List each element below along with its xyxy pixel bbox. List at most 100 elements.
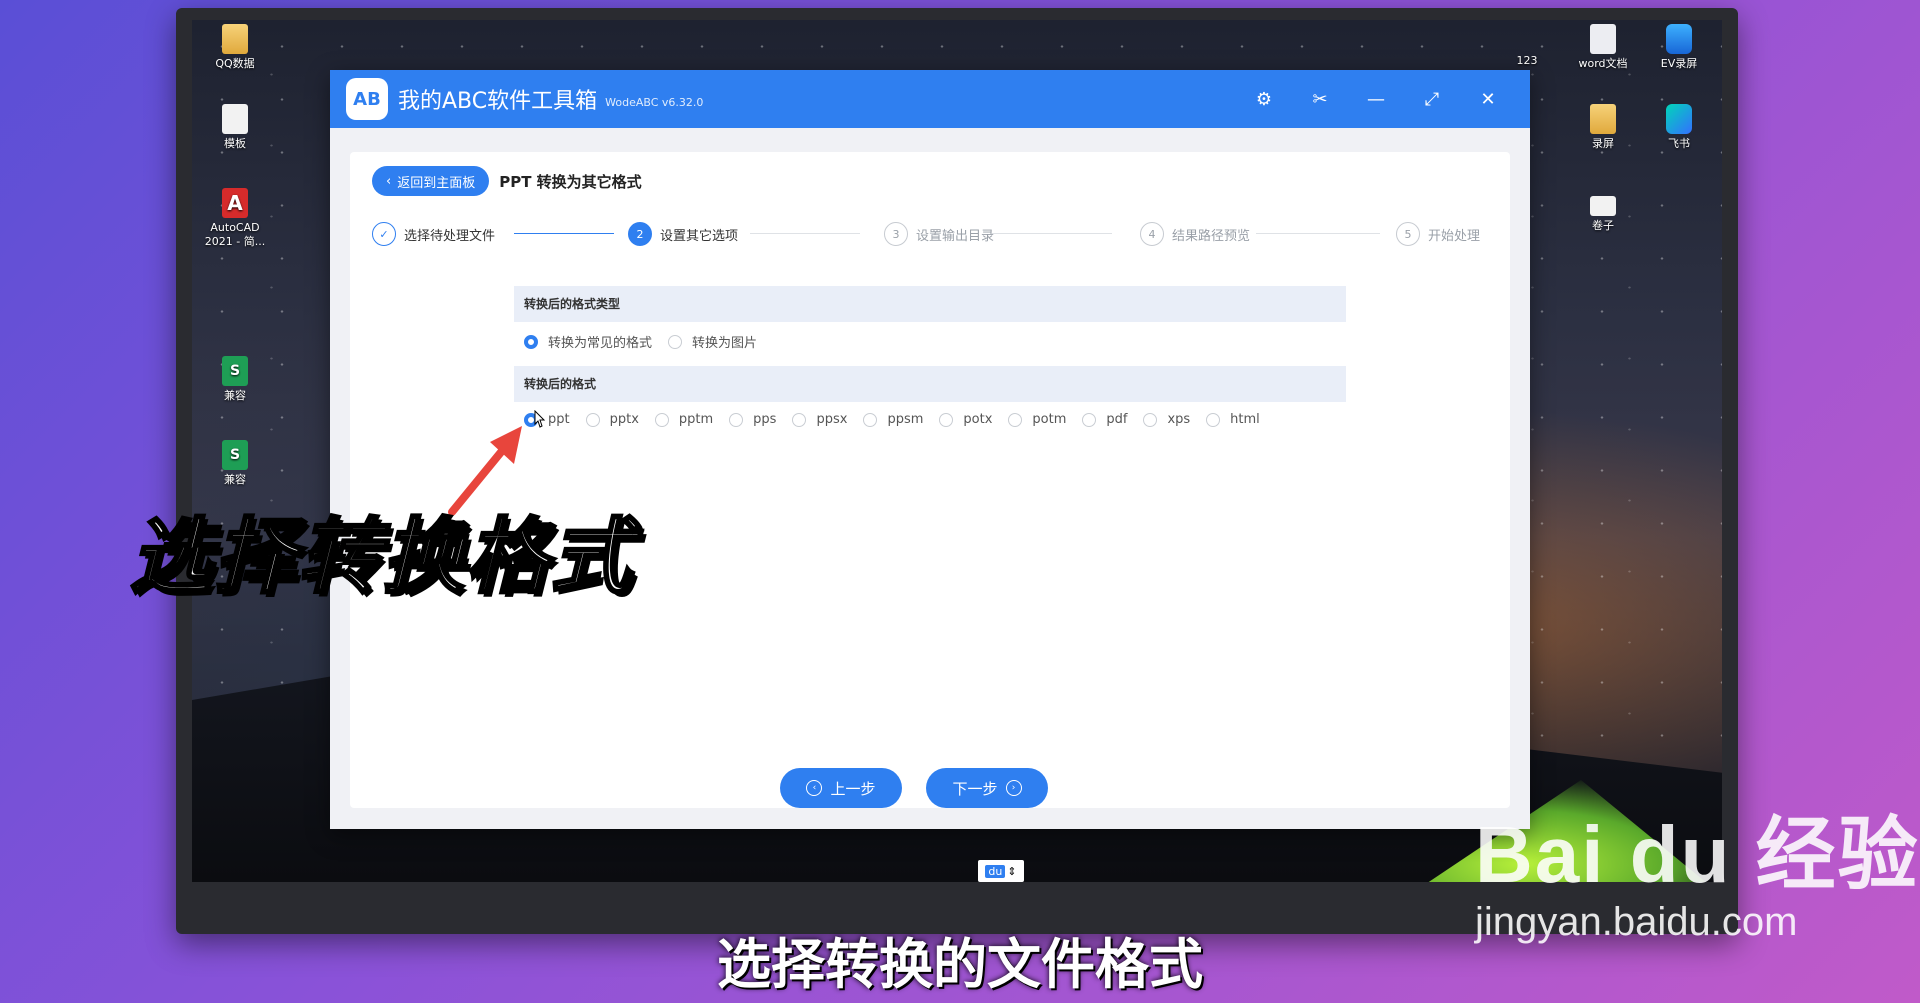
desktop-icon-ev-recorder[interactable]: EV录屏 <box>1644 24 1714 71</box>
radio-dot <box>654 412 669 427</box>
baidu-brand: Bai du 经验 <box>1475 810 1920 899</box>
title-bar[interactable]: AB 我的ABC软件工具箱 WodeABC v6.32.0 ⚙ ✂ — ⤢ ✕ <box>330 70 1530 128</box>
step-connector <box>992 233 1112 234</box>
step-number: 3 <box>884 222 908 246</box>
next-label: 下一步 <box>952 779 998 798</box>
app-title: 我的ABC软件工具箱 <box>398 89 598 114</box>
next-step-button[interactable]: 下一步 › <box>926 768 1048 808</box>
step-path-preview: 4 结果路径预览 <box>1140 222 1250 246</box>
file-icon <box>222 104 248 134</box>
step-label: 开始处理 <box>1428 228 1481 244</box>
radio-label: pptm <box>678 412 714 427</box>
overlay-caption: 选择转换格式 <box>129 509 634 607</box>
radio-label: pps <box>753 412 777 427</box>
radio-label: potx <box>963 412 993 427</box>
file-icon <box>1590 196 1616 216</box>
desktop-icon-label: 兼容 <box>224 473 246 486</box>
radio-dot <box>863 412 878 427</box>
back-to-main-button[interactable]: ‹ 返回到主面板 <box>372 166 490 196</box>
settings-icon[interactable]: ⚙ <box>1236 89 1292 110</box>
minimize-icon[interactable]: — <box>1348 89 1404 110</box>
desktop-icon-compat-2[interactable]: S 兼容 <box>200 440 270 487</box>
desktop-icon-label: EV录屏 <box>1660 57 1698 70</box>
step-connector <box>1256 233 1380 234</box>
radio-dot <box>729 412 744 427</box>
radio-pptm[interactable]: pptm <box>654 412 714 427</box>
step-number: 5 <box>1396 222 1420 246</box>
window-controls: ⚙ ✂ — ⤢ ✕ <box>1236 70 1516 128</box>
check-icon: ✓ <box>372 222 396 246</box>
radio-dot <box>1082 412 1097 427</box>
baidu-url: jingyan.baidu.com <box>1475 900 1798 944</box>
folder-icon <box>222 24 248 54</box>
radio-common-formats[interactable]: 转换为常见的格式 <box>524 332 652 351</box>
radio-pptx[interactable]: pptx <box>585 412 639 427</box>
desktop-icon-feishu[interactable]: 飞书 <box>1644 104 1714 151</box>
radio-pps[interactable]: pps <box>729 412 776 427</box>
scissors-icon[interactable]: ✂ <box>1292 89 1348 110</box>
radio-dot <box>792 412 807 427</box>
radio-dot <box>939 412 954 427</box>
radio-dot <box>524 334 538 349</box>
radio-label: xps <box>1167 412 1191 427</box>
desktop-icon-template[interactable]: 模板 <box>200 104 270 151</box>
radio-dot <box>1143 412 1158 427</box>
step-start: 5 开始处理 <box>1396 222 1480 246</box>
radio-dot <box>1008 412 1023 427</box>
ime-label: du <box>985 864 1006 878</box>
step-label: 设置输出目录 <box>916 228 995 244</box>
radio-ppsx[interactable]: ppsx <box>792 412 847 427</box>
step-indicator: ✓ 选择待处理文件 2 设置其它选项 3 设置输出目录 4 结果路径预览 5 开… <box>372 222 1492 252</box>
radio-html[interactable]: html <box>1206 412 1260 427</box>
desktop-icon-compat-1[interactable]: S 兼容 <box>200 356 270 403</box>
radio-dot <box>585 412 600 427</box>
step-label: 设置其它选项 <box>660 228 739 244</box>
maximize-icon[interactable]: ⤢ <box>1404 89 1460 110</box>
desktop-icon-recordings[interactable]: 录屏 <box>1568 104 1638 151</box>
radio-xps[interactable]: xps <box>1143 412 1190 427</box>
radio-pdf[interactable]: pdf <box>1082 412 1127 427</box>
desktop-icon-label: QQ数据 <box>215 57 255 70</box>
document-icon <box>1590 24 1616 54</box>
desktop-icon-label: 录屏 <box>1592 137 1614 150</box>
desktop-icon-word-docs[interactable]: word文档 <box>1568 24 1638 71</box>
output-format-heading: 转换后的格式 <box>514 366 1346 402</box>
desktop-icon-label: 模板 <box>224 137 246 150</box>
radio-label: ppsx <box>816 412 848 427</box>
format-type-options: 转换为常见的格式 转换为图片 <box>524 332 773 351</box>
radio-label: potm <box>1032 412 1067 427</box>
step-select-files: ✓ 选择待处理文件 <box>372 222 495 246</box>
desktop-icon-label: word文档 <box>1578 57 1628 70</box>
radio-label: pdf <box>1106 412 1128 427</box>
radio-ppsm[interactable]: ppsm <box>863 412 923 427</box>
radio-potx[interactable]: potx <box>939 412 992 427</box>
ime-indicator[interactable]: du ⇕ <box>978 860 1024 882</box>
chevron-left-icon: ‹ <box>386 173 392 189</box>
app-version: WodeABC v6.32.0 <box>605 95 704 109</box>
desktop-icon-label: 卷子 <box>1592 219 1614 232</box>
step-output-dir: 3 设置输出目录 <box>884 222 994 246</box>
app-logo: AB <box>346 78 388 120</box>
step-connector <box>750 233 860 234</box>
radio-label: 转换为图片 <box>692 336 758 351</box>
desktop-icon-autocad[interactable]: A AutoCAD 2021 - 简... <box>200 188 270 249</box>
header-row: ‹ 返回到主面板 PPT 转换为其它格式 <box>372 166 642 196</box>
desktop-icon-papers[interactable]: 卷子 <box>1568 196 1638 233</box>
spreadsheet-icon: S <box>222 356 248 386</box>
prev-label: 上一步 <box>830 779 876 798</box>
desktop-icon-123[interactable]: 123 <box>1492 54 1562 68</box>
desktop-icon-label: 兼容 <box>224 389 246 402</box>
radio-potm[interactable]: potm <box>1008 412 1066 427</box>
radio-label: 转换为常见的格式 <box>548 336 653 351</box>
autocad-icon: A <box>222 188 248 218</box>
radio-to-image[interactable]: 转换为图片 <box>668 332 757 351</box>
step-label: 结果路径预览 <box>1172 228 1251 244</box>
chevron-left-circle-icon: ‹ <box>806 780 823 796</box>
previous-step-button[interactable]: ‹ 上一步 <box>780 768 902 808</box>
radio-ppt[interactable]: ppt <box>524 412 570 427</box>
step-label: 选择待处理文件 <box>404 228 496 244</box>
close-icon[interactable]: ✕ <box>1460 89 1516 110</box>
radio-label: ppsm <box>887 412 924 427</box>
desktop-icon-qq-data[interactable]: QQ数据 <box>200 24 270 71</box>
desktop-icon-label: AutoCAD 2021 - 简... <box>204 221 266 248</box>
